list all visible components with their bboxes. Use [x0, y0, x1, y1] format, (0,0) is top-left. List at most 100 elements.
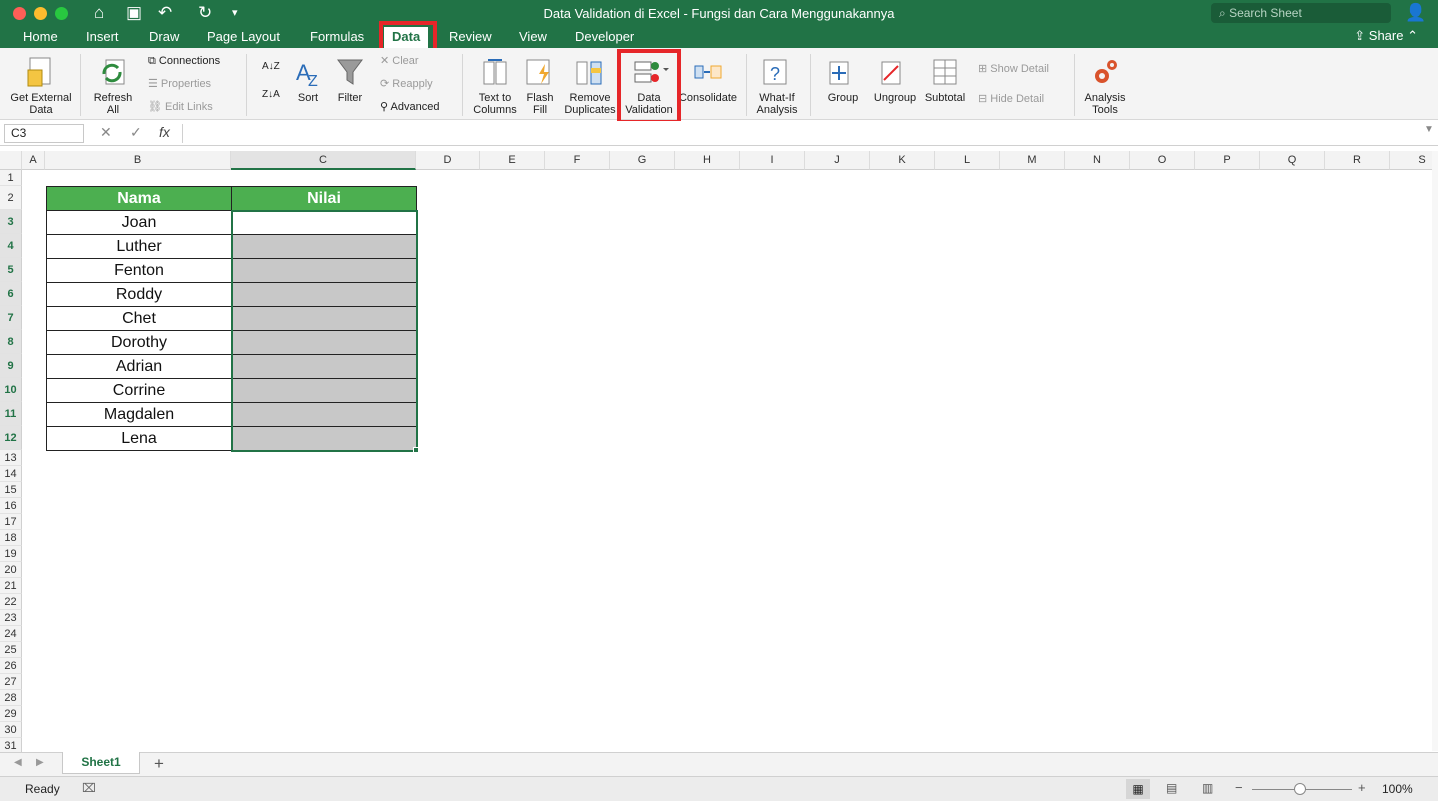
row-header-4[interactable]: 4: [0, 234, 22, 258]
search-sheet-input[interactable]: ⌕ Search Sheet: [1211, 3, 1391, 23]
value-cell[interactable]: [231, 354, 417, 379]
name-cell[interactable]: Magdalen: [46, 402, 232, 427]
row-header-11[interactable]: 11: [0, 402, 22, 426]
page-break-view-icon[interactable]: ▥: [1202, 781, 1213, 795]
properties-button[interactable]: ☰ Properties: [148, 77, 211, 91]
row-header-30[interactable]: 30: [0, 722, 22, 738]
column-header-a[interactable]: A: [22, 151, 45, 170]
value-cell[interactable]: [231, 282, 417, 307]
row-header-21[interactable]: 21: [0, 578, 22, 594]
value-cell[interactable]: [231, 234, 417, 259]
macro-record-icon[interactable]: ⌧: [82, 781, 96, 795]
tab-insert[interactable]: Insert: [86, 28, 119, 46]
name-cell[interactable]: Lena: [46, 426, 232, 451]
what-if-analysis-button[interactable]: ? What-If Analysis: [752, 56, 802, 116]
tab-view[interactable]: View: [519, 28, 547, 46]
sort-za-icon[interactable]: Z↓A: [262, 88, 280, 102]
analysis-tools-button[interactable]: Analysis Tools: [1080, 56, 1130, 116]
column-header-m[interactable]: M: [1000, 151, 1065, 170]
header-cell-nilai[interactable]: Nilai: [231, 186, 417, 211]
page-layout-view-icon[interactable]: ▤: [1166, 781, 1177, 795]
zoom-level[interactable]: 100%: [1382, 782, 1413, 796]
filter-button[interactable]: Filter: [334, 56, 366, 104]
column-header-c[interactable]: C: [231, 151, 416, 170]
column-header-d[interactable]: D: [416, 151, 480, 170]
clear-button[interactable]: ✕ Clear: [380, 54, 419, 68]
advanced-button[interactable]: ⚲ Advanced: [380, 100, 439, 114]
tab-formulas[interactable]: Formulas: [310, 28, 364, 46]
select-all-corner[interactable]: [0, 151, 22, 170]
tab-developer[interactable]: Developer: [575, 28, 634, 46]
column-header-o[interactable]: O: [1130, 151, 1195, 170]
scroll-left-icon[interactable]: ◀: [14, 757, 22, 768]
fill-handle[interactable]: [413, 447, 419, 453]
name-cell[interactable]: Fenton: [46, 258, 232, 283]
sort-button[interactable]: AZ Sort: [292, 56, 324, 104]
row-header-8[interactable]: 8: [0, 330, 22, 354]
name-cell[interactable]: Roddy: [46, 282, 232, 307]
name-cell[interactable]: Corrine: [46, 378, 232, 403]
reapply-button[interactable]: ⟳ Reapply: [380, 77, 433, 91]
column-header-k[interactable]: K: [870, 151, 935, 170]
ungroup-button[interactable]: Ungroup: [870, 56, 920, 104]
name-cell[interactable]: Dorothy: [46, 330, 232, 355]
row-header-24[interactable]: 24: [0, 626, 22, 642]
flash-fill-button[interactable]: Flash Fill: [522, 56, 558, 116]
share-button[interactable]: ⇪ Share ⌃: [1354, 27, 1418, 45]
name-cell[interactable]: Luther: [46, 234, 232, 259]
tab-draw[interactable]: Draw: [149, 28, 179, 46]
row-header-10[interactable]: 10: [0, 378, 22, 402]
hide-detail-button[interactable]: ⊟ Hide Detail: [978, 92, 1044, 106]
name-cell[interactable]: Joan: [46, 210, 232, 235]
sheet-tab-sheet1[interactable]: Sheet1: [62, 752, 140, 774]
tab-home[interactable]: Home: [23, 28, 58, 46]
row-header-17[interactable]: 17: [0, 514, 22, 530]
tab-page-layout[interactable]: Page Layout: [207, 28, 280, 46]
row-header-26[interactable]: 26: [0, 658, 22, 674]
column-header-e[interactable]: E: [480, 151, 545, 170]
show-detail-button[interactable]: ⊞ Show Detail: [978, 62, 1049, 76]
column-header-b[interactable]: B: [45, 151, 231, 170]
row-header-29[interactable]: 29: [0, 706, 22, 722]
zoom-slider-handle[interactable]: [1294, 783, 1306, 795]
value-cell[interactable]: [231, 402, 417, 427]
normal-view-icon[interactable]: ▦: [1126, 779, 1150, 799]
refresh-all-button[interactable]: Refresh All: [88, 56, 138, 116]
row-header-25[interactable]: 25: [0, 642, 22, 658]
column-header-p[interactable]: P: [1195, 151, 1260, 170]
column-header-s[interactable]: S: [1390, 151, 1438, 170]
column-header-q[interactable]: Q: [1260, 151, 1325, 170]
row-header-6[interactable]: 6: [0, 282, 22, 306]
row-header-13[interactable]: 13: [0, 450, 22, 466]
account-icon[interactable]: 👤: [1405, 3, 1426, 23]
column-header-i[interactable]: I: [740, 151, 805, 170]
row-header-18[interactable]: 18: [0, 530, 22, 546]
zoom-in-button[interactable]: +: [1358, 780, 1366, 795]
cancel-icon[interactable]: ✕: [100, 124, 112, 141]
row-header-9[interactable]: 9: [0, 354, 22, 378]
vertical-scrollbar[interactable]: [1432, 151, 1438, 751]
row-header-3[interactable]: 3: [0, 210, 22, 234]
value-cell[interactable]: [231, 258, 417, 283]
value-cell[interactable]: [231, 378, 417, 403]
row-header-27[interactable]: 27: [0, 674, 22, 690]
edit-links-button[interactable]: ⛓ Edit Links: [148, 100, 213, 114]
row-header-22[interactable]: 22: [0, 594, 22, 610]
row-header-12[interactable]: 12: [0, 426, 22, 450]
row-header-28[interactable]: 28: [0, 690, 22, 706]
row-header-20[interactable]: 20: [0, 562, 22, 578]
row-header-16[interactable]: 16: [0, 498, 22, 514]
column-header-j[interactable]: J: [805, 151, 870, 170]
active-cell-c3[interactable]: [231, 210, 417, 235]
value-cell[interactable]: [231, 426, 417, 451]
column-header-r[interactable]: R: [1325, 151, 1390, 170]
row-header-23[interactable]: 23: [0, 610, 22, 626]
column-header-h[interactable]: H: [675, 151, 740, 170]
consolidate-button[interactable]: Consolidate: [678, 56, 738, 104]
column-header-l[interactable]: L: [935, 151, 1000, 170]
add-sheet-button[interactable]: +: [154, 754, 164, 774]
name-cell[interactable]: Adrian: [46, 354, 232, 379]
enter-icon[interactable]: ✓: [130, 124, 142, 141]
row-header-19[interactable]: 19: [0, 546, 22, 562]
function-icon[interactable]: fx: [159, 124, 170, 140]
